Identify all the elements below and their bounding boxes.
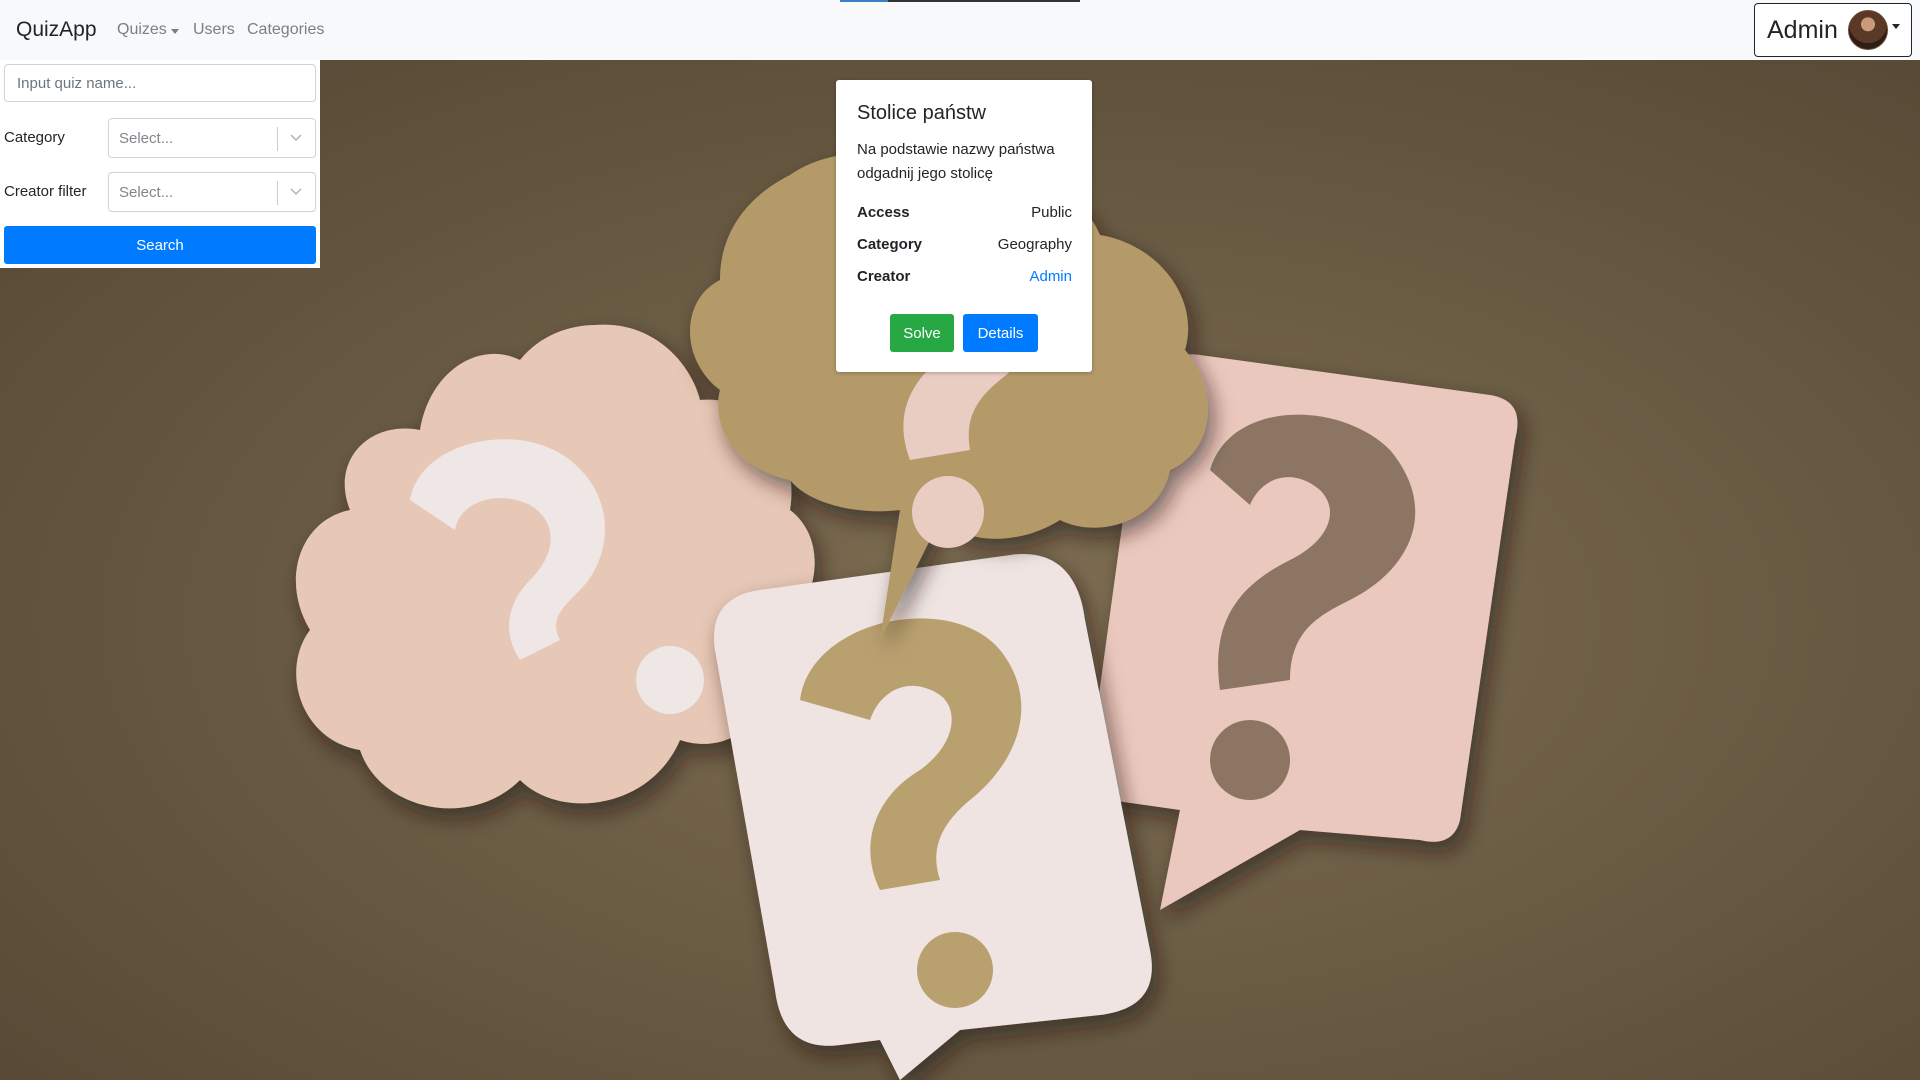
category-select-placeholder: Select...: [119, 130, 174, 147]
category-label: Category: [4, 129, 65, 146]
quiz-name-input[interactable]: [4, 64, 316, 102]
chevron-down-icon: [290, 188, 302, 196]
navbar: QuizApp Quizes Users Categories Admin: [0, 0, 1920, 60]
search-panel: Category Select... Creator filter Select…: [0, 60, 320, 268]
creator-filter-select[interactable]: Select...: [108, 172, 316, 212]
nav-users[interactable]: Users: [193, 0, 235, 60]
select-separator: [277, 127, 278, 151]
quiz-title: Stolice państw: [857, 102, 986, 124]
creator-filter-label: Creator filter: [4, 183, 87, 200]
nav-quizes-dropdown[interactable]: Quizes: [117, 0, 179, 60]
access-label: Access: [857, 204, 910, 221]
category-row-label: Category: [857, 236, 923, 253]
quiz-card: Stolice państw Na podstawie nazwy państw…: [836, 80, 1092, 372]
details-button[interactable]: Details: [963, 314, 1038, 352]
user-menu-button[interactable]: Admin: [1754, 3, 1912, 57]
category-row-value: Geography: [997, 236, 1072, 253]
chevron-down-icon: [170, 28, 179, 34]
quiz-description: Na podstawie nazwy państwa odgadnij jego…: [857, 141, 1055, 182]
creator-select-placeholder: Select...: [119, 184, 174, 201]
creator-link[interactable]: Admin: [1029, 268, 1072, 285]
chevron-down-icon: [1891, 23, 1900, 29]
creator-row-label: Creator: [857, 268, 911, 285]
loading-indicator: [840, 0, 1080, 2]
avatar: [1847, 10, 1888, 50]
nav-quizes-label: Quizes: [117, 21, 167, 38]
user-name: Admin: [1767, 15, 1838, 44]
chevron-down-icon: [290, 134, 302, 142]
search-button[interactable]: Search: [4, 226, 316, 264]
nav-categories[interactable]: Categories: [247, 0, 324, 60]
select-separator: [277, 181, 278, 205]
access-value: Public: [1031, 204, 1072, 221]
brand-link[interactable]: QuizApp: [16, 0, 97, 60]
category-select[interactable]: Select...: [108, 118, 316, 158]
solve-button[interactable]: Solve: [890, 314, 954, 352]
